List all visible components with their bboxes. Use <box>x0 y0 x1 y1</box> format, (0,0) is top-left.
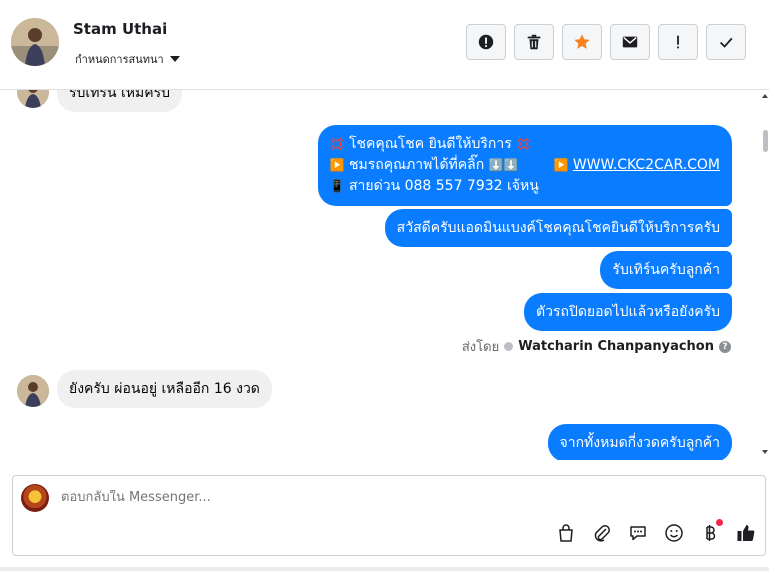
message-outgoing[interactable]: จากทั้งหมดกี่งวดครับลูกค้า <box>547 424 732 460</box>
message-text: ชมรถคุณภาพได้ที่คลิ๊ก <box>349 157 485 173</box>
delete-button[interactable] <box>514 24 554 60</box>
like-button[interactable] <box>735 522 757 544</box>
report-button[interactable] <box>466 24 506 60</box>
star-button[interactable] <box>562 24 602 60</box>
verified-dot-icon <box>504 342 514 351</box>
website-link[interactable]: WWW.CKC2CAR.COM <box>573 157 720 173</box>
header-actions <box>466 24 746 60</box>
saved-replies-button[interactable] <box>627 522 649 544</box>
sent-by-info: ส่งโดย Watcharin Chanpanyachon ? <box>462 336 731 357</box>
contact-avatar[interactable] <box>11 18 59 66</box>
payment-button[interactable] <box>699 519 723 544</box>
star-icon <box>574 34 590 49</box>
composer-tools <box>555 519 757 544</box>
chevron-down-icon <box>169 56 180 62</box>
sent-by-label: ส่งโดย <box>461 340 500 355</box>
reply-input[interactable] <box>61 490 541 505</box>
page-avatar <box>21 484 49 512</box>
contact-avatar-small[interactable] <box>17 90 49 108</box>
message-incoming[interactable]: รับเทิร์น เหมครับ <box>57 90 182 112</box>
sent-by-name[interactable]: Watcharin Chanpanyachon <box>518 339 714 354</box>
play-emoji-icon: ▶️ <box>329 158 345 172</box>
alert-circle-icon <box>478 34 494 50</box>
message-text: โชคคุณโชค ยินดีให้บริการ <box>349 136 512 152</box>
shopping-bag-icon <box>559 524 573 542</box>
message-outgoing[interactable]: รับเทิร์นครับลูกค้า <box>600 251 732 289</box>
thread-scrollbar[interactable] <box>761 90 769 460</box>
message-incoming[interactable]: ยังครับ ผ่อนอยู่ เหลืออีก 16 งวด <box>57 370 272 408</box>
shop-button[interactable] <box>555 522 577 544</box>
baht-icon <box>706 525 716 541</box>
trash-icon <box>527 34 541 50</box>
attach-button[interactable] <box>591 522 613 544</box>
smiley-icon <box>665 524 683 542</box>
phone-emoji-icon: 📱 <box>329 179 345 193</box>
conversation-header: Stam Uthai กำหนดการสนทนา <box>0 0 769 90</box>
message-text: สายด่วน 088 557 7932 เจ้หนู <box>349 178 539 194</box>
check-icon <box>719 37 733 48</box>
emoji-button[interactable] <box>663 522 685 544</box>
mark-important-button[interactable] <box>658 24 698 60</box>
paperclip-icon <box>594 525 610 542</box>
chat-bubble-icon <box>630 526 646 541</box>
envelope-icon <box>622 36 638 48</box>
reply-composer <box>12 475 766 556</box>
conversation-label-dropdown[interactable]: กำหนดการสนทนา <box>75 50 180 68</box>
message-thread[interactable]: รับเทิร์น เหมครับ 💢 โชคคุณโชค ยินดีให้บร… <box>0 90 769 460</box>
message-outgoing[interactable]: สวัสดีครับแอดมินแบงค์โชคคุณโชคยินดีให้บร… <box>384 209 732 247</box>
notification-dot <box>716 519 723 526</box>
scroll-thumb[interactable] <box>763 130 768 152</box>
mail-button[interactable] <box>610 24 650 60</box>
down-arrow-emoji-icon: ⬇️⬇️ <box>488 158 519 172</box>
contact-avatar-small[interactable] <box>17 375 49 407</box>
mark-done-button[interactable] <box>706 24 746 60</box>
contact-name[interactable]: Stam Uthai <box>73 20 167 38</box>
scroll-up-arrow-icon[interactable] <box>762 94 768 98</box>
sparkle-emoji-icon: 💢 <box>516 137 532 151</box>
thumbs-up-icon <box>737 525 755 541</box>
bottom-divider <box>0 567 769 571</box>
message-outgoing[interactable]: ตัวรถปิดยอดไปแล้วหรือยังครับ <box>524 293 732 331</box>
scroll-down-arrow-icon[interactable] <box>762 450 768 454</box>
help-icon[interactable]: ? <box>719 340 731 353</box>
sparkle-emoji-icon: 💢 <box>329 137 345 151</box>
message-outgoing[interactable]: 💢 โชคคุณโชค ยินดีให้บริการ 💢 ▶️ ชมรถคุณภ… <box>317 125 732 206</box>
conversation-label-text: กำหนดการสนทนา <box>75 53 164 66</box>
play-emoji-icon: ▶️ <box>553 158 569 172</box>
exclamation-icon <box>677 35 679 49</box>
